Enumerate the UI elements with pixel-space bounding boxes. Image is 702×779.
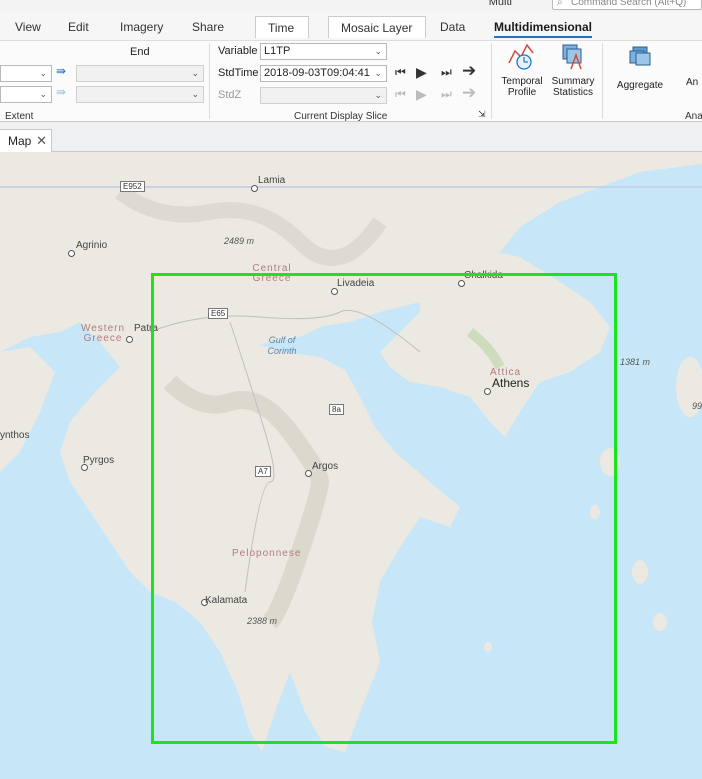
tab-map[interactable]: Map ✕ xyxy=(0,129,52,152)
aggregate-button[interactable]: Aggregate xyxy=(607,41,673,91)
tab-edit[interactable]: Edit xyxy=(68,16,89,38)
city-marker-patra xyxy=(126,336,133,343)
group-divider xyxy=(602,43,603,119)
map-tab-row: Map ✕ xyxy=(0,122,702,152)
place-pyrgos: Pyrgos xyxy=(83,455,115,466)
close-icon[interactable]: ✕ xyxy=(36,130,47,152)
road-shield-e952: E952 xyxy=(120,181,145,192)
ribbon: End ⌄ ⇛ ⌄ ⌄ ⇛ ⌄ Extent Variable L1TP ⌄ S… xyxy=(0,40,702,122)
command-search-input[interactable]: ⌕ Command Search (Alt+Q) xyxy=(552,0,702,10)
city-marker-agrinio xyxy=(68,250,75,257)
map-view[interactable]: E952 E65 8a A7 Lamia Agrinio 2489 m Cent… xyxy=(0,152,702,779)
tab-imagery[interactable]: Imagery xyxy=(120,16,163,38)
tab-time[interactable]: Time xyxy=(255,16,309,38)
elevation-99: 99 xyxy=(692,401,702,411)
search-placeholder: Command Search (Alt+Q) xyxy=(571,0,687,8)
title-bar: Multi ⌕ Command Search (Alt+Q) xyxy=(0,0,702,12)
chevron-down-icon: ⌄ xyxy=(191,68,199,78)
extent-selection-box[interactable] xyxy=(151,273,617,744)
temporal-profile-label: Temporal Profile xyxy=(501,76,543,98)
next-slice-icon[interactable]: ⏭ xyxy=(441,65,452,80)
region-western-greece: Western Greece xyxy=(80,323,126,344)
chevron-down-icon: ⌄ xyxy=(374,68,382,78)
dialog-launcher-icon[interactable]: ⇲ xyxy=(478,109,486,120)
city-marker-lamia xyxy=(251,185,258,192)
tab-mosaic-layer[interactable]: Mosaic Layer xyxy=(328,16,426,38)
summary-statistics-label: Summary Statistics xyxy=(551,76,595,98)
current-display-slice-group-label: Current Display Slice xyxy=(294,111,388,122)
search-icon: ⌕ xyxy=(557,0,563,8)
chevron-down-icon: ⌄ xyxy=(39,68,47,78)
stdtime-label: StdTime xyxy=(218,67,259,79)
tab-multidimensional[interactable]: Multidimensional xyxy=(494,16,593,38)
step-forward-arrow-icon[interactable]: ➔ xyxy=(462,61,476,81)
analysis-tool-label-partial: An xyxy=(686,77,699,88)
elevation-2489: 2489 m xyxy=(224,236,255,246)
start-dropdown-1[interactable]: ⌄ xyxy=(0,65,52,82)
analysis-group-label: Ana xyxy=(685,111,702,122)
tab-data[interactable]: Data xyxy=(440,16,465,38)
stdz-dropdown[interactable]: ⌄ xyxy=(260,87,387,104)
group-divider xyxy=(491,43,492,119)
temporal-profile-icon xyxy=(508,43,534,70)
aggregate-label: Aggregate xyxy=(616,80,664,91)
temporal-profile-button[interactable]: Temporal Profile xyxy=(497,41,547,98)
variable-dropdown[interactable]: L1TP ⌄ xyxy=(260,43,387,60)
variable-value: L1TP xyxy=(264,45,291,57)
chevron-down-icon: ⌄ xyxy=(374,90,382,100)
ribbon-tabs: View Edit Imagery Share Time Mosaic Laye… xyxy=(0,12,702,40)
play-icon[interactable]: ▶ xyxy=(416,64,427,81)
end-label: End xyxy=(130,46,150,58)
place-zakynthos: ynthos xyxy=(0,430,30,441)
step-forward-arrow-icon-disabled[interactable]: ➔ xyxy=(462,83,476,103)
previous-slice-icon-disabled[interactable]: ⏮ xyxy=(395,87,406,102)
mode-text: Multi xyxy=(488,0,512,8)
elevation-1381: 1381 m xyxy=(620,357,651,367)
end-dropdown-1[interactable]: ⌄ xyxy=(76,65,204,82)
tab-share[interactable]: Share xyxy=(192,16,224,38)
stdz-label: StdZ xyxy=(218,89,242,101)
chevron-down-icon: ⌄ xyxy=(39,89,47,99)
summary-statistics-icon xyxy=(562,44,582,70)
aggregate-icon xyxy=(629,46,651,66)
play-icon-disabled[interactable]: ▶ xyxy=(416,86,427,103)
stdtime-dropdown[interactable]: 2018-09-03T09:04:41 ⌄ xyxy=(260,65,387,82)
sync-arrow-icon-2[interactable]: ⇛ xyxy=(56,85,66,99)
next-slice-icon-disabled[interactable]: ⏭ xyxy=(441,87,452,102)
analysis-tool-button-partial[interactable]: An xyxy=(686,77,702,88)
group-divider xyxy=(209,43,210,119)
end-dropdown-2[interactable]: ⌄ xyxy=(76,86,204,103)
extent-group-label: Extent xyxy=(5,111,34,122)
tab-view[interactable]: View xyxy=(15,16,41,38)
place-lamia: Lamia xyxy=(258,175,286,186)
summary-statistics-button[interactable]: Summary Statistics xyxy=(548,41,598,98)
map-tab-label: Map xyxy=(8,134,32,148)
chevron-down-icon: ⌄ xyxy=(374,46,382,56)
sync-arrow-icon[interactable]: ⇛ xyxy=(56,64,66,78)
chevron-down-icon: ⌄ xyxy=(191,89,199,99)
stdtime-value: 2018-09-03T09:04:41 xyxy=(264,67,370,79)
previous-slice-icon[interactable]: ⏮ xyxy=(395,65,406,80)
variable-label: Variable xyxy=(218,45,258,57)
start-dropdown-2[interactable]: ⌄ xyxy=(0,86,52,103)
place-agrinio: Agrinio xyxy=(76,240,108,251)
